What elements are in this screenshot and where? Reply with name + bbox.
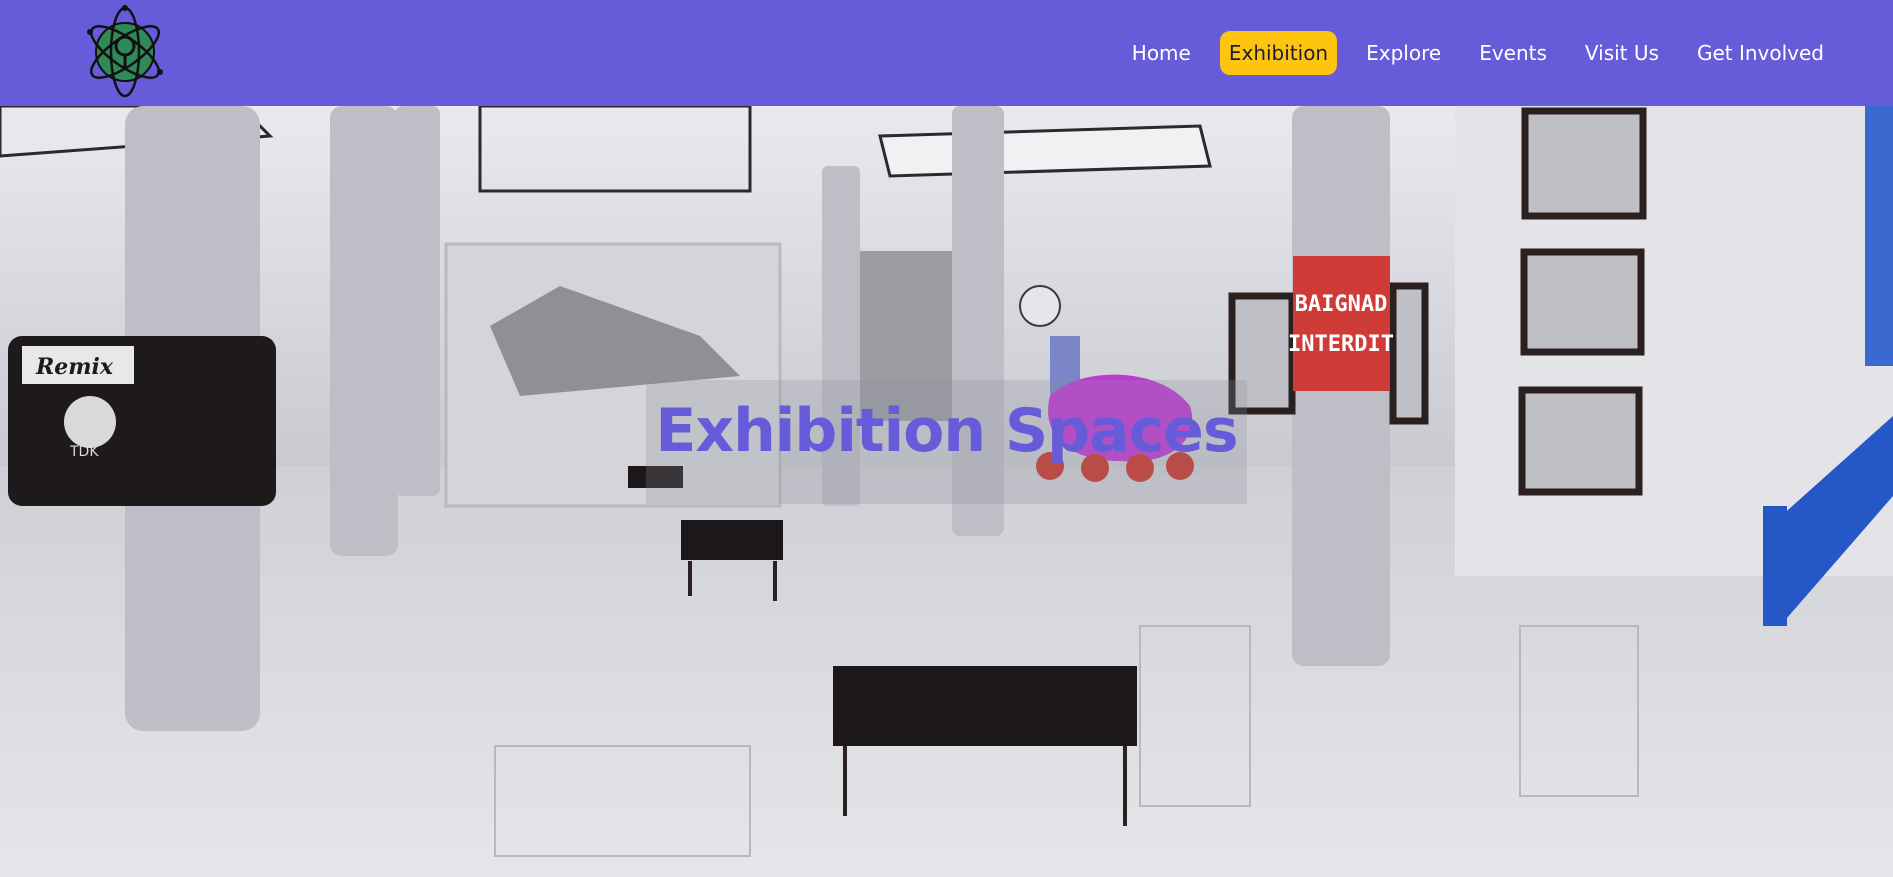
nav-explore[interactable]: Explore bbox=[1357, 31, 1450, 75]
sign-line-1: BAIGNAD bbox=[1295, 292, 1388, 317]
hero-title: Exhibition Spaces bbox=[655, 396, 1238, 466]
nav-visit-us[interactable]: Visit Us bbox=[1576, 31, 1668, 75]
nav-events[interactable]: Events bbox=[1470, 31, 1556, 75]
nav-get-involved[interactable]: Get Involved bbox=[1688, 31, 1833, 75]
main-nav: Home Exhibition Explore Events Visit Us … bbox=[1113, 31, 1843, 75]
hero-banner: BAIGNAD INTERDIT Remix TDK Exhibition Sp… bbox=[0, 106, 1893, 877]
poster-title: Remix bbox=[35, 354, 114, 380]
site-header: Home Exhibition Explore Events Visit Us … bbox=[0, 0, 1893, 106]
atom-logo-icon[interactable] bbox=[82, 2, 168, 98]
sign-line-2: INTERDIT bbox=[1288, 332, 1394, 357]
nav-home[interactable]: Home bbox=[1123, 31, 1200, 75]
nav-exhibition[interactable]: Exhibition bbox=[1219, 31, 1338, 75]
